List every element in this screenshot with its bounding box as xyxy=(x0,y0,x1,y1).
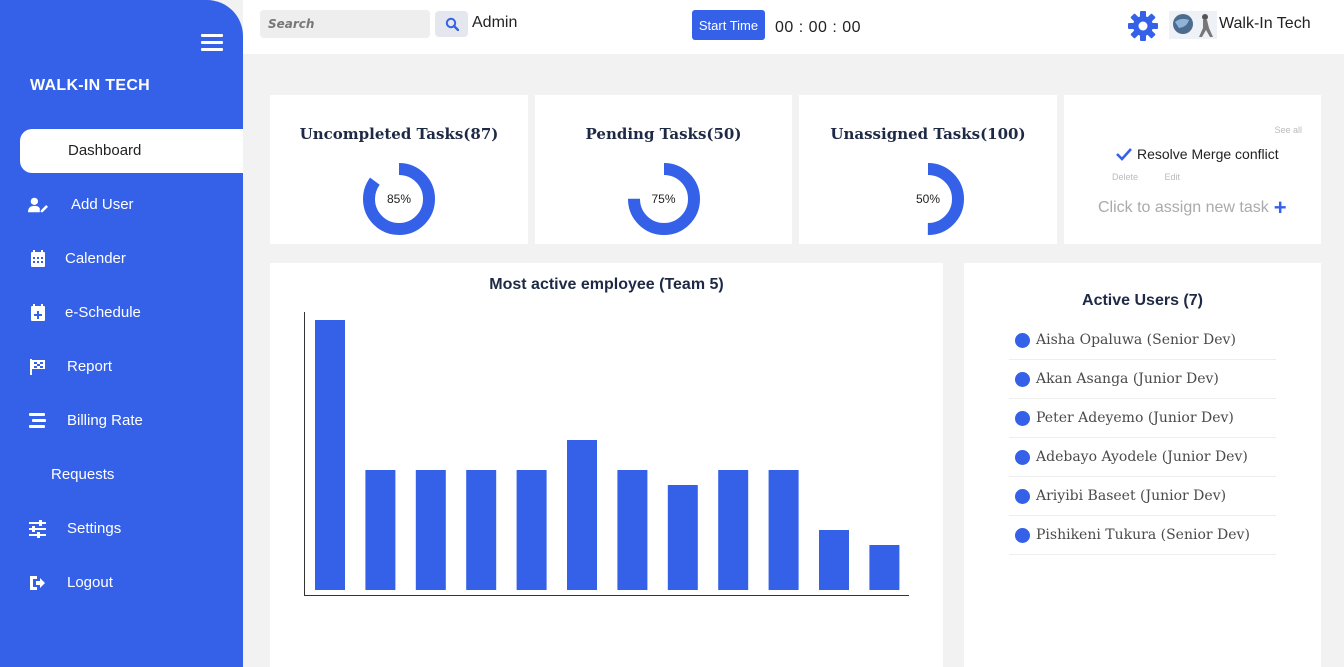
stream-icon xyxy=(29,413,46,428)
stat-title: Pending Tasks(50) xyxy=(585,125,742,143)
status-dot xyxy=(1015,371,1030,387)
chart-bar-9 xyxy=(718,470,749,590)
donut-percent: 75% xyxy=(651,192,676,206)
sliders-icon xyxy=(29,520,46,538)
check-icon xyxy=(1116,148,1132,161)
user-edit-icon xyxy=(28,197,48,213)
assign-task-label: Click to assign new task xyxy=(1098,199,1269,216)
user-entry: Pishikeni Tukura (Senior Dev) xyxy=(1036,527,1250,543)
status-dot xyxy=(1015,488,1030,504)
chart-bar-2 xyxy=(365,470,396,590)
list-item[interactable]: Ariyibi Baseet (Junior Dev) xyxy=(1009,477,1276,516)
chart-panel: Most active employee (Team 5) xyxy=(270,263,943,667)
sidebar-item-label: Report xyxy=(67,358,113,375)
sidebar-item-label: Settings xyxy=(67,520,122,537)
sidebar-item-label: Add User xyxy=(71,196,134,213)
stat-title: Uncompleted Tasks(87) xyxy=(299,125,499,143)
active-users-panel: Active Users (7) Aisha Opaluwa (Senior D… xyxy=(964,263,1321,667)
sidebar-item-label: Dashboard xyxy=(68,142,142,159)
gear-icon[interactable] xyxy=(1127,10,1159,42)
user-entry: Peter Adeyemo (Junior Dev) xyxy=(1036,410,1234,426)
start-time-button[interactable]: Start Time xyxy=(692,10,765,40)
edit-link[interactable]: Edit xyxy=(1165,172,1181,182)
timer-display: 00 : 00 : 00 xyxy=(775,19,862,36)
top-bar: Admin Start Time 00 : 00 : 00 Walk-In Te… xyxy=(243,0,1344,54)
chart-bar-5 xyxy=(516,470,547,590)
sidebar-item-label: Billing Rate xyxy=(67,412,143,429)
chart-bar-12 xyxy=(869,545,900,590)
menu-toggle-icon[interactable] xyxy=(201,34,223,52)
sidebar-item-label: Calender xyxy=(65,250,126,267)
search-input[interactable] xyxy=(260,10,430,38)
calendar-plus-icon xyxy=(31,304,45,321)
company-name: Walk-In Tech xyxy=(1219,15,1311,32)
assign-task-button[interactable]: Click to assign new task + xyxy=(1098,195,1287,220)
task-actions: Delete Edit xyxy=(1112,172,1204,182)
user-list: Aisha Opaluwa (Senior Dev) Akan Asanga (… xyxy=(1009,321,1276,555)
plus-icon: + xyxy=(1273,195,1287,220)
chart-bar-4 xyxy=(466,470,497,590)
progress-donut: 75% xyxy=(627,163,700,235)
sidebar-item-requests[interactable]: Requests xyxy=(20,453,243,497)
search-icon xyxy=(445,17,459,31)
chart-bar-1 xyxy=(315,320,345,590)
stat-card-pending: Pending Tasks(50) 75% xyxy=(535,95,792,244)
task-card: See all Resolve Merge conflict Delete Ed… xyxy=(1064,95,1321,244)
delete-link[interactable]: Delete xyxy=(1112,172,1138,182)
progress-donut: 85% xyxy=(363,163,435,235)
status-dot xyxy=(1015,332,1030,348)
chart-bar-7 xyxy=(617,470,648,590)
calendar-icon xyxy=(31,250,45,267)
user-entry: Akan Asanga (Junior Dev) xyxy=(1036,371,1219,387)
user-name: Admin xyxy=(472,14,518,31)
bar-chart xyxy=(304,312,909,596)
status-dot xyxy=(1015,410,1030,426)
stat-title: Unassigned Tasks(100) xyxy=(830,125,1026,143)
stat-card-unassigned: Unassigned Tasks(100) 50% xyxy=(799,95,1057,244)
user-entry: Adebayo Ayodele (Junior Dev) xyxy=(1036,449,1248,465)
company-logo xyxy=(1169,11,1217,39)
see-all-link[interactable]: See all xyxy=(1274,125,1302,135)
list-item[interactable]: Adebayo Ayodele (Junior Dev) xyxy=(1009,438,1276,477)
task-item[interactable]: Resolve Merge conflict xyxy=(1116,146,1279,162)
status-dot xyxy=(1015,449,1030,465)
sidebar-item-dashboard[interactable]: Dashboard xyxy=(20,129,243,173)
donut-percent: 85% xyxy=(386,192,412,206)
chart-bar-6 xyxy=(567,440,597,590)
list-item[interactable]: Akan Asanga (Junior Dev) xyxy=(1009,360,1276,399)
list-item[interactable]: Pishikeni Tukura (Senior Dev) xyxy=(1009,516,1276,555)
progress-donut: 50% xyxy=(892,163,964,235)
flag-icon xyxy=(30,359,45,375)
chart-bar-10 xyxy=(768,470,799,590)
sidebar-item-label: Requests xyxy=(51,466,115,483)
list-item[interactable]: Aisha Opaluwa (Senior Dev) xyxy=(1009,321,1276,360)
stat-card-uncompleted: Uncompleted Tasks(87) 85% xyxy=(270,95,528,244)
sign-out-icon xyxy=(30,576,45,590)
chart-bar-8 xyxy=(667,485,698,590)
sidebar-item-calender[interactable]: Calender xyxy=(20,237,243,281)
sidebar-item-add-user[interactable]: Add User xyxy=(20,183,243,227)
sidebar-item-billing-rate[interactable]: Billing Rate xyxy=(20,399,243,443)
sidebar: WALK-IN TECH Dashboard Add User Calender xyxy=(0,0,243,667)
chart-bar-3 xyxy=(415,470,446,590)
sidebar-item-logout[interactable]: Logout xyxy=(20,561,243,605)
user-entry: Ariyibi Baseet (Junior Dev) xyxy=(1036,488,1227,504)
user-entry: Aisha Opaluwa (Senior Dev) xyxy=(1036,332,1236,348)
donut-percent: 50% xyxy=(915,192,941,206)
search-button[interactable] xyxy=(435,11,468,37)
sidebar-item-settings[interactable]: Settings xyxy=(20,507,243,551)
task-label: Resolve Merge conflict xyxy=(1137,146,1279,162)
sidebar-item-label: Logout xyxy=(67,574,113,591)
sidebar-item-e-schedule[interactable]: e-Schedule xyxy=(20,291,243,335)
status-dot xyxy=(1015,527,1030,543)
sidebar-item-report[interactable]: Report xyxy=(20,345,243,389)
pie-chart-icon xyxy=(30,143,46,159)
list-item[interactable]: Peter Adeyemo (Junior Dev) xyxy=(1009,399,1276,438)
sidebar-item-label: e-Schedule xyxy=(65,304,141,321)
active-users-title: Active Users (7) xyxy=(1082,292,1203,309)
chart-bar-11 xyxy=(819,530,849,590)
brand-name: WALK-IN TECH xyxy=(30,77,151,94)
